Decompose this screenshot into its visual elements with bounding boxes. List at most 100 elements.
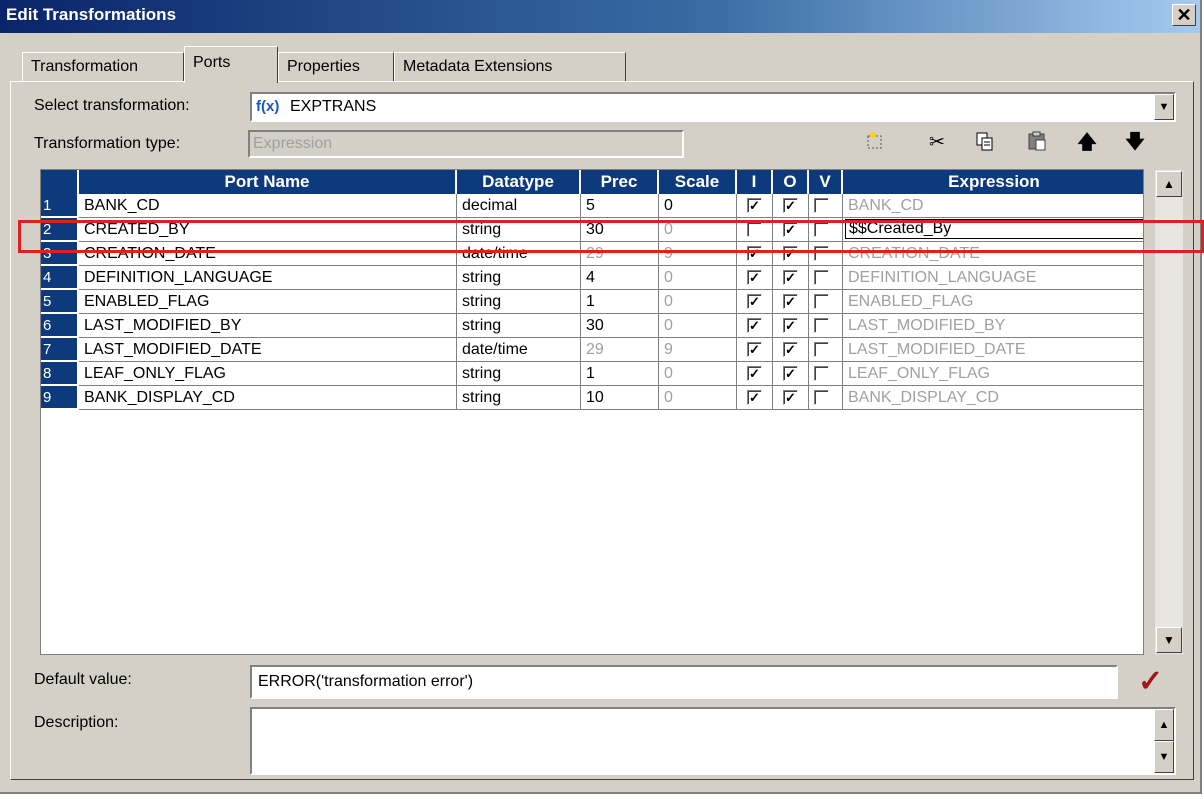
row-number[interactable]: 8 (41, 362, 77, 385)
table-row[interactable]: 8 LEAF_ONLY_FLAG string 1 0 ✓ ✓ LEAF_ONLY_FLAG (41, 362, 1143, 386)
cell-datatype[interactable]: string (457, 314, 581, 338)
checkbox-v[interactable] (814, 270, 829, 285)
cell-scale[interactable]: 0 (659, 266, 737, 290)
select-transformation-dropdown[interactable]: f(x) EXPTRANS ▼ (250, 92, 1176, 122)
checkbox-o[interactable]: ✓ (783, 390, 798, 405)
checkbox-i[interactable]: ✓ (747, 318, 762, 333)
table-row[interactable]: 9 BANK_DISPLAY_CD string 10 0 ✓ ✓ BANK_DISPLAY_… (41, 386, 1143, 410)
close-button[interactable]: ✕ (1172, 4, 1196, 26)
tab-properties[interactable]: Properties (278, 52, 394, 82)
cell-scale[interactable]: 0 (659, 314, 737, 338)
description-scroll-up-icon[interactable]: ▲ (1154, 709, 1174, 741)
checkbox-o[interactable]: ✓ (783, 366, 798, 381)
cell-expression[interactable]: ENABLED_FLAG (843, 290, 1143, 314)
cell-name[interactable]: BANK_DISPLAY_CD (79, 386, 457, 410)
checkbox-v[interactable] (814, 318, 829, 333)
cell-prec[interactable]: 30 (581, 314, 659, 338)
cell-prec[interactable]: 1 (581, 290, 659, 314)
cell-scale[interactable]: 0 (659, 194, 737, 218)
checkbox-v[interactable] (814, 294, 829, 309)
move-up-icon[interactable]: 🡅 (1074, 130, 1100, 156)
validate-check-icon[interactable]: ✓ (1138, 664, 1163, 699)
cell-name[interactable]: LAST_MODIFIED_BY (79, 314, 457, 338)
cell-datatype[interactable]: string (457, 266, 581, 290)
cell-name[interactable]: CREATION_DATE (79, 242, 457, 266)
tab-ports[interactable]: Ports (184, 46, 278, 83)
cell-name[interactable]: LEAF_ONLY_FLAG (79, 362, 457, 386)
cell-prec[interactable]: 30 (581, 218, 659, 242)
table-row[interactable]: 5 ENABLED_FLAG string 1 0 ✓ ✓ ENABLED_FLAG (41, 290, 1143, 314)
table-row[interactable]: 7 LAST_MODIFIED_DATE date/time 29 9 ✓ ✓ LAST_MO… (41, 338, 1143, 362)
checkbox-i[interactable]: ✓ (747, 198, 762, 213)
checkbox-o[interactable]: ✓ (783, 222, 798, 237)
checkbox-i[interactable]: ✓ (747, 270, 762, 285)
cell-name[interactable]: ENABLED_FLAG (79, 290, 457, 314)
title-bar[interactable]: Edit Transformations ✕ (0, 0, 1200, 33)
tab-metadata-extensions[interactable]: Metadata Extensions (394, 52, 626, 82)
row-number[interactable]: 1 (41, 194, 77, 217)
checkbox-i[interactable] (747, 222, 762, 237)
table-row[interactable]: 6 LAST_MODIFIED_BY string 30 0 ✓ ✓ LAST_MODIFIE… (41, 314, 1143, 338)
col-prec[interactable]: Prec (581, 170, 659, 194)
cell-datatype[interactable]: string (457, 362, 581, 386)
cell-expression[interactable]: $$Created_By▼ (843, 218, 1143, 242)
table-row[interactable]: 2CREATED_BYstring300 ✓ $$Created_By▼ (41, 218, 1143, 242)
cell-datatype[interactable]: string (457, 290, 581, 314)
move-down-icon[interactable]: 🡇 (1122, 130, 1148, 156)
checkbox-o[interactable]: ✓ (783, 294, 798, 309)
cell-datatype[interactable]: date/time (457, 338, 581, 362)
cell-datatype[interactable]: string (457, 218, 581, 242)
expression-editor-input[interactable]: $$Created_By▼ (845, 219, 1143, 239)
description-scroll-down-icon[interactable]: ▼ (1154, 741, 1174, 773)
cell-expression[interactable]: DEFINITION_LANGUAGE (843, 266, 1143, 290)
col-input[interactable]: I (737, 170, 773, 194)
cell-scale[interactable]: 0 (659, 218, 737, 242)
row-number[interactable]: 3 (41, 242, 77, 265)
grid-vertical-scrollbar[interactable]: ▲ ▼ (1154, 169, 1184, 655)
cell-scale[interactable]: 9 (659, 242, 737, 266)
col-output[interactable]: O (773, 170, 809, 194)
cell-datatype[interactable]: decimal (457, 194, 581, 218)
row-number[interactable]: 7 (41, 338, 77, 361)
scroll-up-icon[interactable]: ▲ (1156, 171, 1182, 197)
cell-prec[interactable]: 29 (581, 242, 659, 266)
cell-expression[interactable]: BANK_DISPLAY_CD (843, 386, 1143, 410)
checkbox-o[interactable]: ✓ (783, 246, 798, 261)
checkbox-v[interactable] (814, 198, 829, 213)
table-row[interactable]: 1 BANK_CD decimal 5 0 ✓ ✓ BANK_CD (41, 194, 1143, 218)
checkbox-v[interactable] (814, 366, 829, 381)
row-number[interactable]: 6 (41, 314, 77, 337)
checkbox-v[interactable] (814, 342, 829, 357)
cell-scale[interactable]: 0 (659, 386, 737, 410)
cell-expression[interactable]: BANK_CD (843, 194, 1143, 218)
default-value-input[interactable]: ERROR('transformation error') (250, 665, 1118, 699)
checkbox-o[interactable]: ✓ (783, 342, 798, 357)
cell-name[interactable]: BANK_CD (79, 194, 457, 218)
cell-prec[interactable]: 4 (581, 266, 659, 290)
cell-scale[interactable]: 0 (659, 290, 737, 314)
checkbox-i[interactable]: ✓ (747, 246, 762, 261)
cell-prec[interactable]: 29 (581, 338, 659, 362)
checkbox-i[interactable]: ✓ (747, 366, 762, 381)
description-textarea[interactable]: ▲ ▼ (250, 707, 1176, 775)
cell-scale[interactable]: 9 (659, 338, 737, 362)
cut-icon[interactable]: ✂ (924, 130, 950, 156)
scroll-down-icon[interactable]: ▼ (1156, 627, 1182, 653)
row-number[interactable]: 2 (41, 218, 77, 241)
paste-icon[interactable] (1024, 130, 1050, 156)
checkbox-v[interactable] (814, 246, 829, 261)
cell-expression[interactable]: CREATION_DATE (843, 242, 1143, 266)
copy-icon[interactable] (972, 130, 998, 156)
cell-prec[interactable]: 1 (581, 362, 659, 386)
checkbox-o[interactable]: ✓ (783, 318, 798, 333)
cell-name[interactable]: CREATED_BY (79, 218, 457, 242)
cell-expression[interactable]: LAST_MODIFIED_DATE (843, 338, 1143, 362)
row-number[interactable]: 5 (41, 290, 77, 313)
cell-name[interactable]: LAST_MODIFIED_DATE (79, 338, 457, 362)
tab-transformation[interactable]: Transformation (22, 52, 184, 82)
row-number[interactable]: 9 (41, 386, 77, 409)
col-scale[interactable]: Scale (659, 170, 737, 194)
checkbox-o[interactable]: ✓ (783, 198, 798, 213)
checkbox-v[interactable] (814, 390, 829, 405)
col-port-name[interactable]: Port Name (79, 170, 457, 194)
